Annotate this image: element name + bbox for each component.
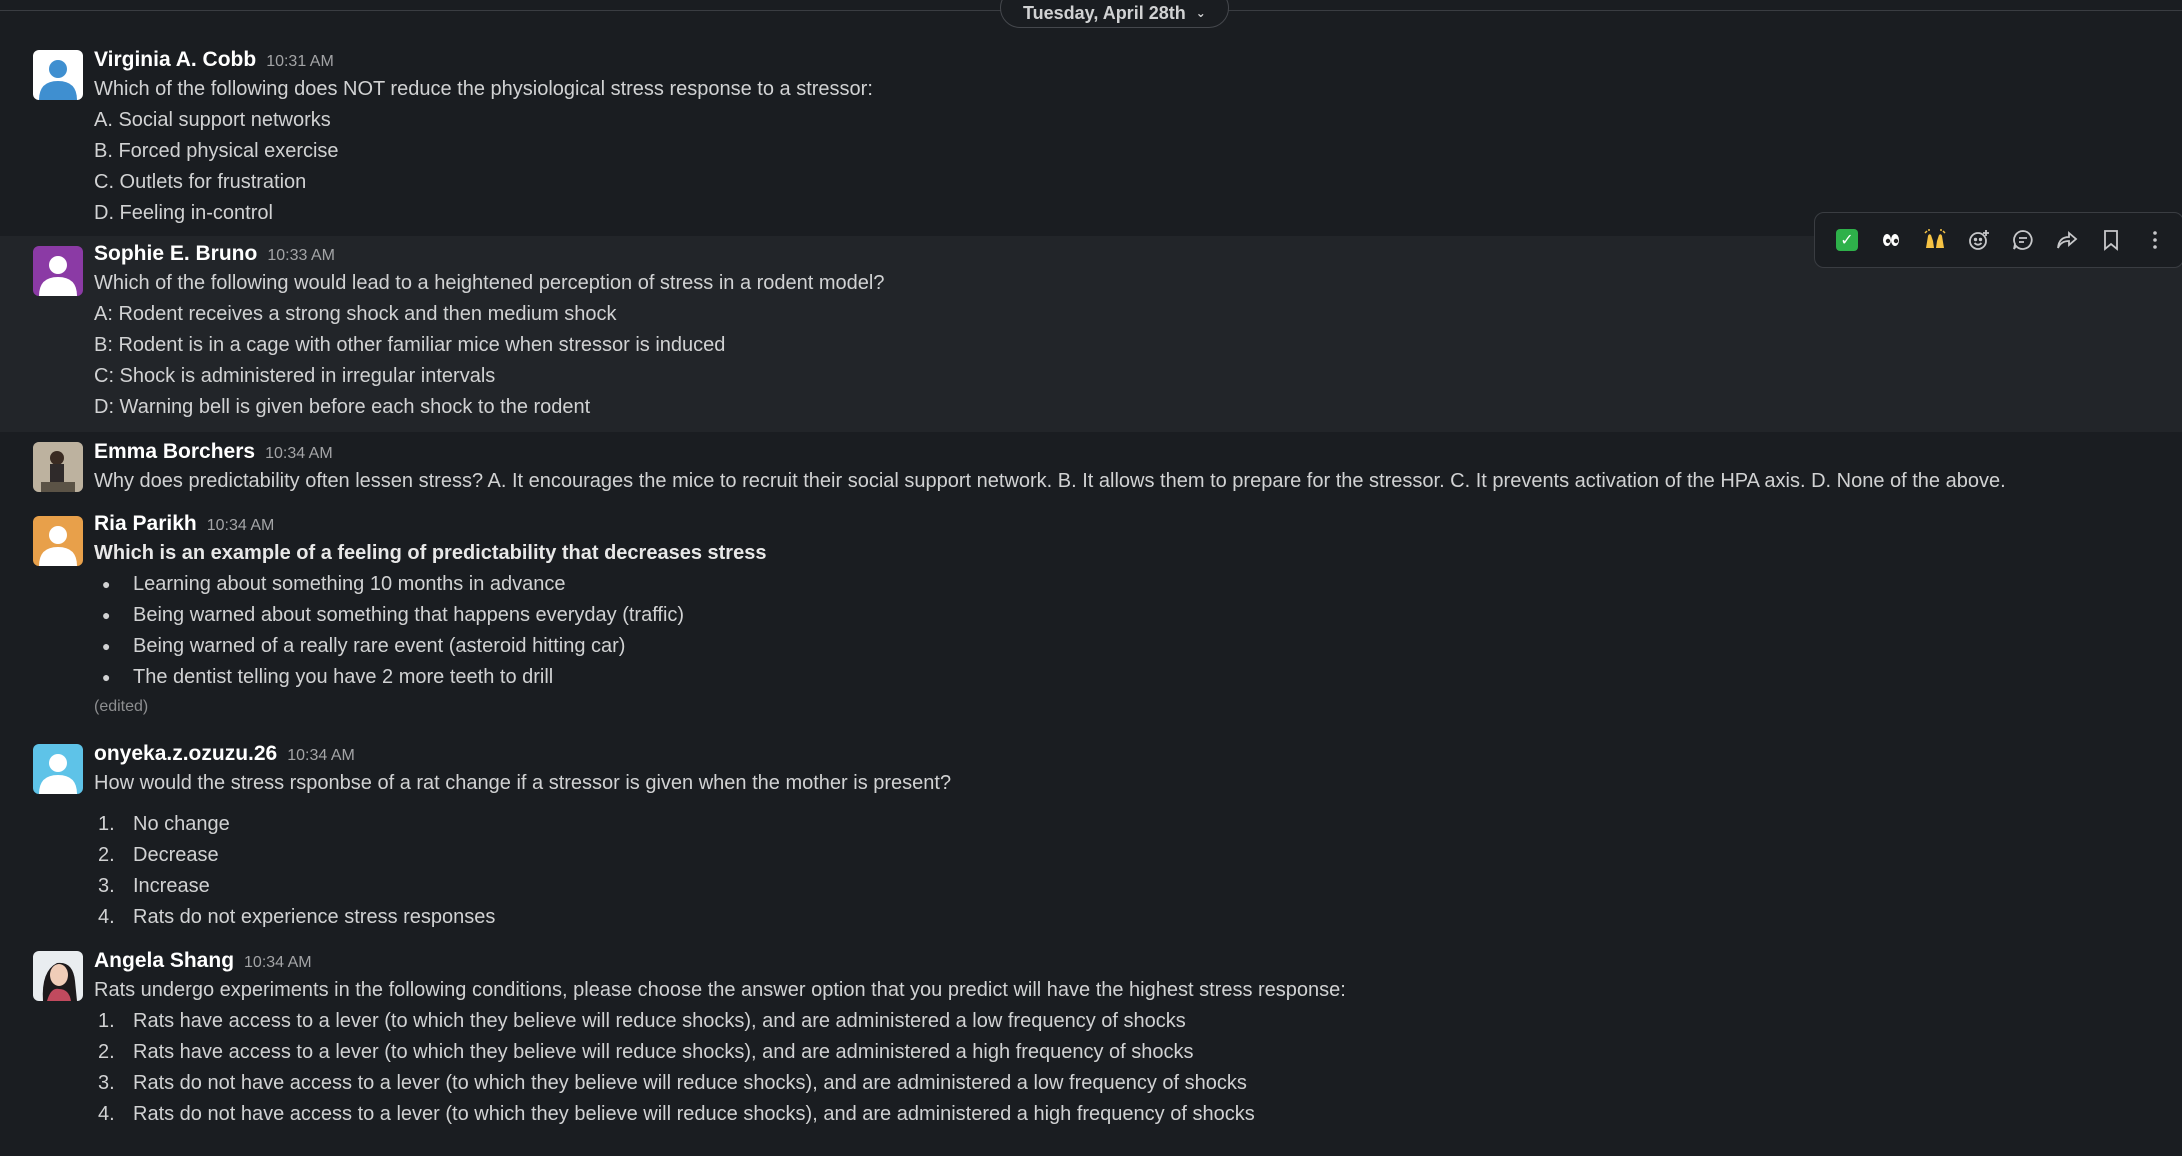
message[interactable]: Angela Shang 10:34 AM Rats undergo exper… xyxy=(0,943,2182,1133)
message[interactable]: Emma Borchers 10:34 AM Why does predicta… xyxy=(0,434,2182,504)
message-text: A: Rodent receives a strong shock and th… xyxy=(94,303,617,325)
chevron-down-icon: ⌄ xyxy=(1195,6,1206,20)
avatar[interactable] xyxy=(33,442,83,492)
avatar[interactable] xyxy=(33,951,83,1001)
reply-in-thread-icon xyxy=(2013,230,2033,250)
list-item: Being warned of a really rare event (ast… xyxy=(94,631,2162,662)
message-text: C. Outlets for frustration xyxy=(94,171,307,193)
author-name[interactable]: Ria Parikh xyxy=(94,512,197,536)
list-number: 3. xyxy=(98,875,115,897)
save-for-later-button[interactable] xyxy=(2089,218,2133,262)
list-item: 2. Decrease xyxy=(94,840,2162,871)
white-check-mark-emoji-icon: ✓ xyxy=(1836,229,1858,251)
list-item: Learning about something 10 months in ad… xyxy=(94,569,2162,600)
list-item-text: Rats have access to a lever (to which th… xyxy=(133,1010,1186,1032)
message-text: Which of the following does NOT reduce t… xyxy=(94,78,873,100)
list-item: 4. Rats do not experience stress response… xyxy=(94,902,2162,933)
default-avatar-icon xyxy=(33,516,83,566)
list-item: The dentist telling you have 2 more teet… xyxy=(94,662,2162,693)
default-avatar-icon xyxy=(33,744,83,794)
timestamp[interactable]: 10:31 AM xyxy=(266,53,334,71)
bullet-list: Learning about something 10 months in ad… xyxy=(94,569,2162,693)
list-item: Being warned about something that happen… xyxy=(94,600,2162,631)
list-item: 1. No change xyxy=(94,809,2162,840)
message-text: How would the stress rsponbse of a rat c… xyxy=(94,772,952,794)
add-reaction-button[interactable] xyxy=(1957,218,2001,262)
react-white-check-mark-button[interactable]: ✓ xyxy=(1825,218,1869,262)
user-photo-icon xyxy=(33,951,83,1001)
react-eyes-button[interactable] xyxy=(1869,218,1913,262)
forward-icon xyxy=(2057,231,2078,249)
list-item-text: No change xyxy=(133,813,230,835)
message-actions-toolbar: ✓ xyxy=(1814,212,2182,268)
timestamp[interactable]: 10:34 AM xyxy=(207,517,275,535)
numbered-list: 1. No change 2. Decrease 3. Increase 4. Rats… xyxy=(94,809,2162,933)
list-number: 2. xyxy=(98,844,115,866)
timestamp[interactable]: 10:34 AM xyxy=(287,747,355,765)
list-number: 4. xyxy=(98,906,115,928)
date-label: Tuesday, April 28th xyxy=(1023,2,1186,23)
bookmark-icon xyxy=(2104,230,2118,251)
edited-label: (edited) xyxy=(94,698,149,715)
list-item: 4. Rats do not have access to a lever (to… xyxy=(94,1099,2162,1130)
avatar[interactable] xyxy=(33,246,83,296)
message[interactable]: Virginia A. Cobb 10:31 AM Which of the f… xyxy=(0,42,2182,234)
more-actions-icon xyxy=(2153,231,2157,249)
author-name[interactable]: Angela Shang xyxy=(94,949,234,973)
default-avatar-icon xyxy=(33,50,83,100)
list-item-text: Increase xyxy=(133,875,210,897)
list-item: 1. Rats have access to a lever (to which … xyxy=(94,1006,2162,1037)
message-text: B: Rodent is in a cage with other famili… xyxy=(94,334,726,356)
list-item: 3. Increase xyxy=(94,871,2162,902)
avatar[interactable] xyxy=(33,50,83,100)
timestamp[interactable]: 10:34 AM xyxy=(244,954,312,972)
avatar[interactable] xyxy=(33,744,83,794)
forward-message-button[interactable] xyxy=(2045,218,2089,262)
list-number: 3. xyxy=(98,1072,115,1094)
raised-hands-emoji-icon xyxy=(1924,229,1946,248)
message-text: A. Social support networks xyxy=(94,109,331,131)
react-raised-hands-button[interactable] xyxy=(1913,218,1957,262)
add-reaction-icon xyxy=(1969,230,1989,250)
reply-in-thread-button[interactable] xyxy=(2001,218,2045,262)
author-name[interactable]: onyeka.z.ozuzu.26 xyxy=(94,742,277,766)
timestamp[interactable]: 10:33 AM xyxy=(267,247,335,265)
author-name[interactable]: Emma Borchers xyxy=(94,440,255,464)
message[interactable]: onyeka.z.ozuzu.26 10:34 AM How would the… xyxy=(0,736,2182,936)
list-number: 1. xyxy=(98,813,115,835)
list-item: 2. Rats have access to a lever (to which … xyxy=(94,1037,2162,1068)
author-name[interactable]: Virginia A. Cobb xyxy=(94,48,256,72)
message-text: C: Shock is administered in irregular in… xyxy=(94,365,496,387)
list-number: 2. xyxy=(98,1041,115,1063)
message-heading: Which is an example of a feeling of pred… xyxy=(94,542,767,564)
list-item-text: Decrease xyxy=(133,844,219,866)
list-item: 3. Rats do not have access to a lever (to… xyxy=(94,1068,2162,1099)
list-item-text: Rats have access to a lever (to which th… xyxy=(133,1041,1194,1063)
author-name[interactable]: Sophie E. Bruno xyxy=(94,242,257,266)
date-divider-button[interactable]: Tuesday, April 28th ⌄ xyxy=(1000,0,1229,28)
default-avatar-icon xyxy=(33,246,83,296)
eyes-emoji-icon xyxy=(1883,234,1899,246)
numbered-list: 1. Rats have access to a lever (to which … xyxy=(94,1006,2162,1130)
message-text: B. Forced physical exercise xyxy=(94,140,339,162)
user-photo-icon xyxy=(33,442,83,492)
timestamp[interactable]: 10:34 AM xyxy=(265,445,333,463)
message[interactable]: Ria Parikh 10:34 AM Which is an example … xyxy=(0,506,2182,734)
message-text: Which of the following would lead to a h… xyxy=(94,272,885,294)
message-text: D: Warning bell is given before each sho… xyxy=(94,396,591,418)
avatar[interactable] xyxy=(33,516,83,566)
list-number: 1. xyxy=(98,1010,115,1032)
list-item-text: Rats do not have access to a lever (to w… xyxy=(133,1072,1247,1094)
list-number: 4. xyxy=(98,1103,115,1125)
more-actions-button[interactable] xyxy=(2133,218,2177,262)
list-item-text: Rats do not experience stress responses xyxy=(133,906,496,928)
message-text: Why does predictability often lessen str… xyxy=(94,470,2006,492)
message-text: Rats undergo experiments in the followin… xyxy=(94,979,1346,1001)
list-item-text: Rats do not have access to a lever (to w… xyxy=(133,1103,1255,1125)
